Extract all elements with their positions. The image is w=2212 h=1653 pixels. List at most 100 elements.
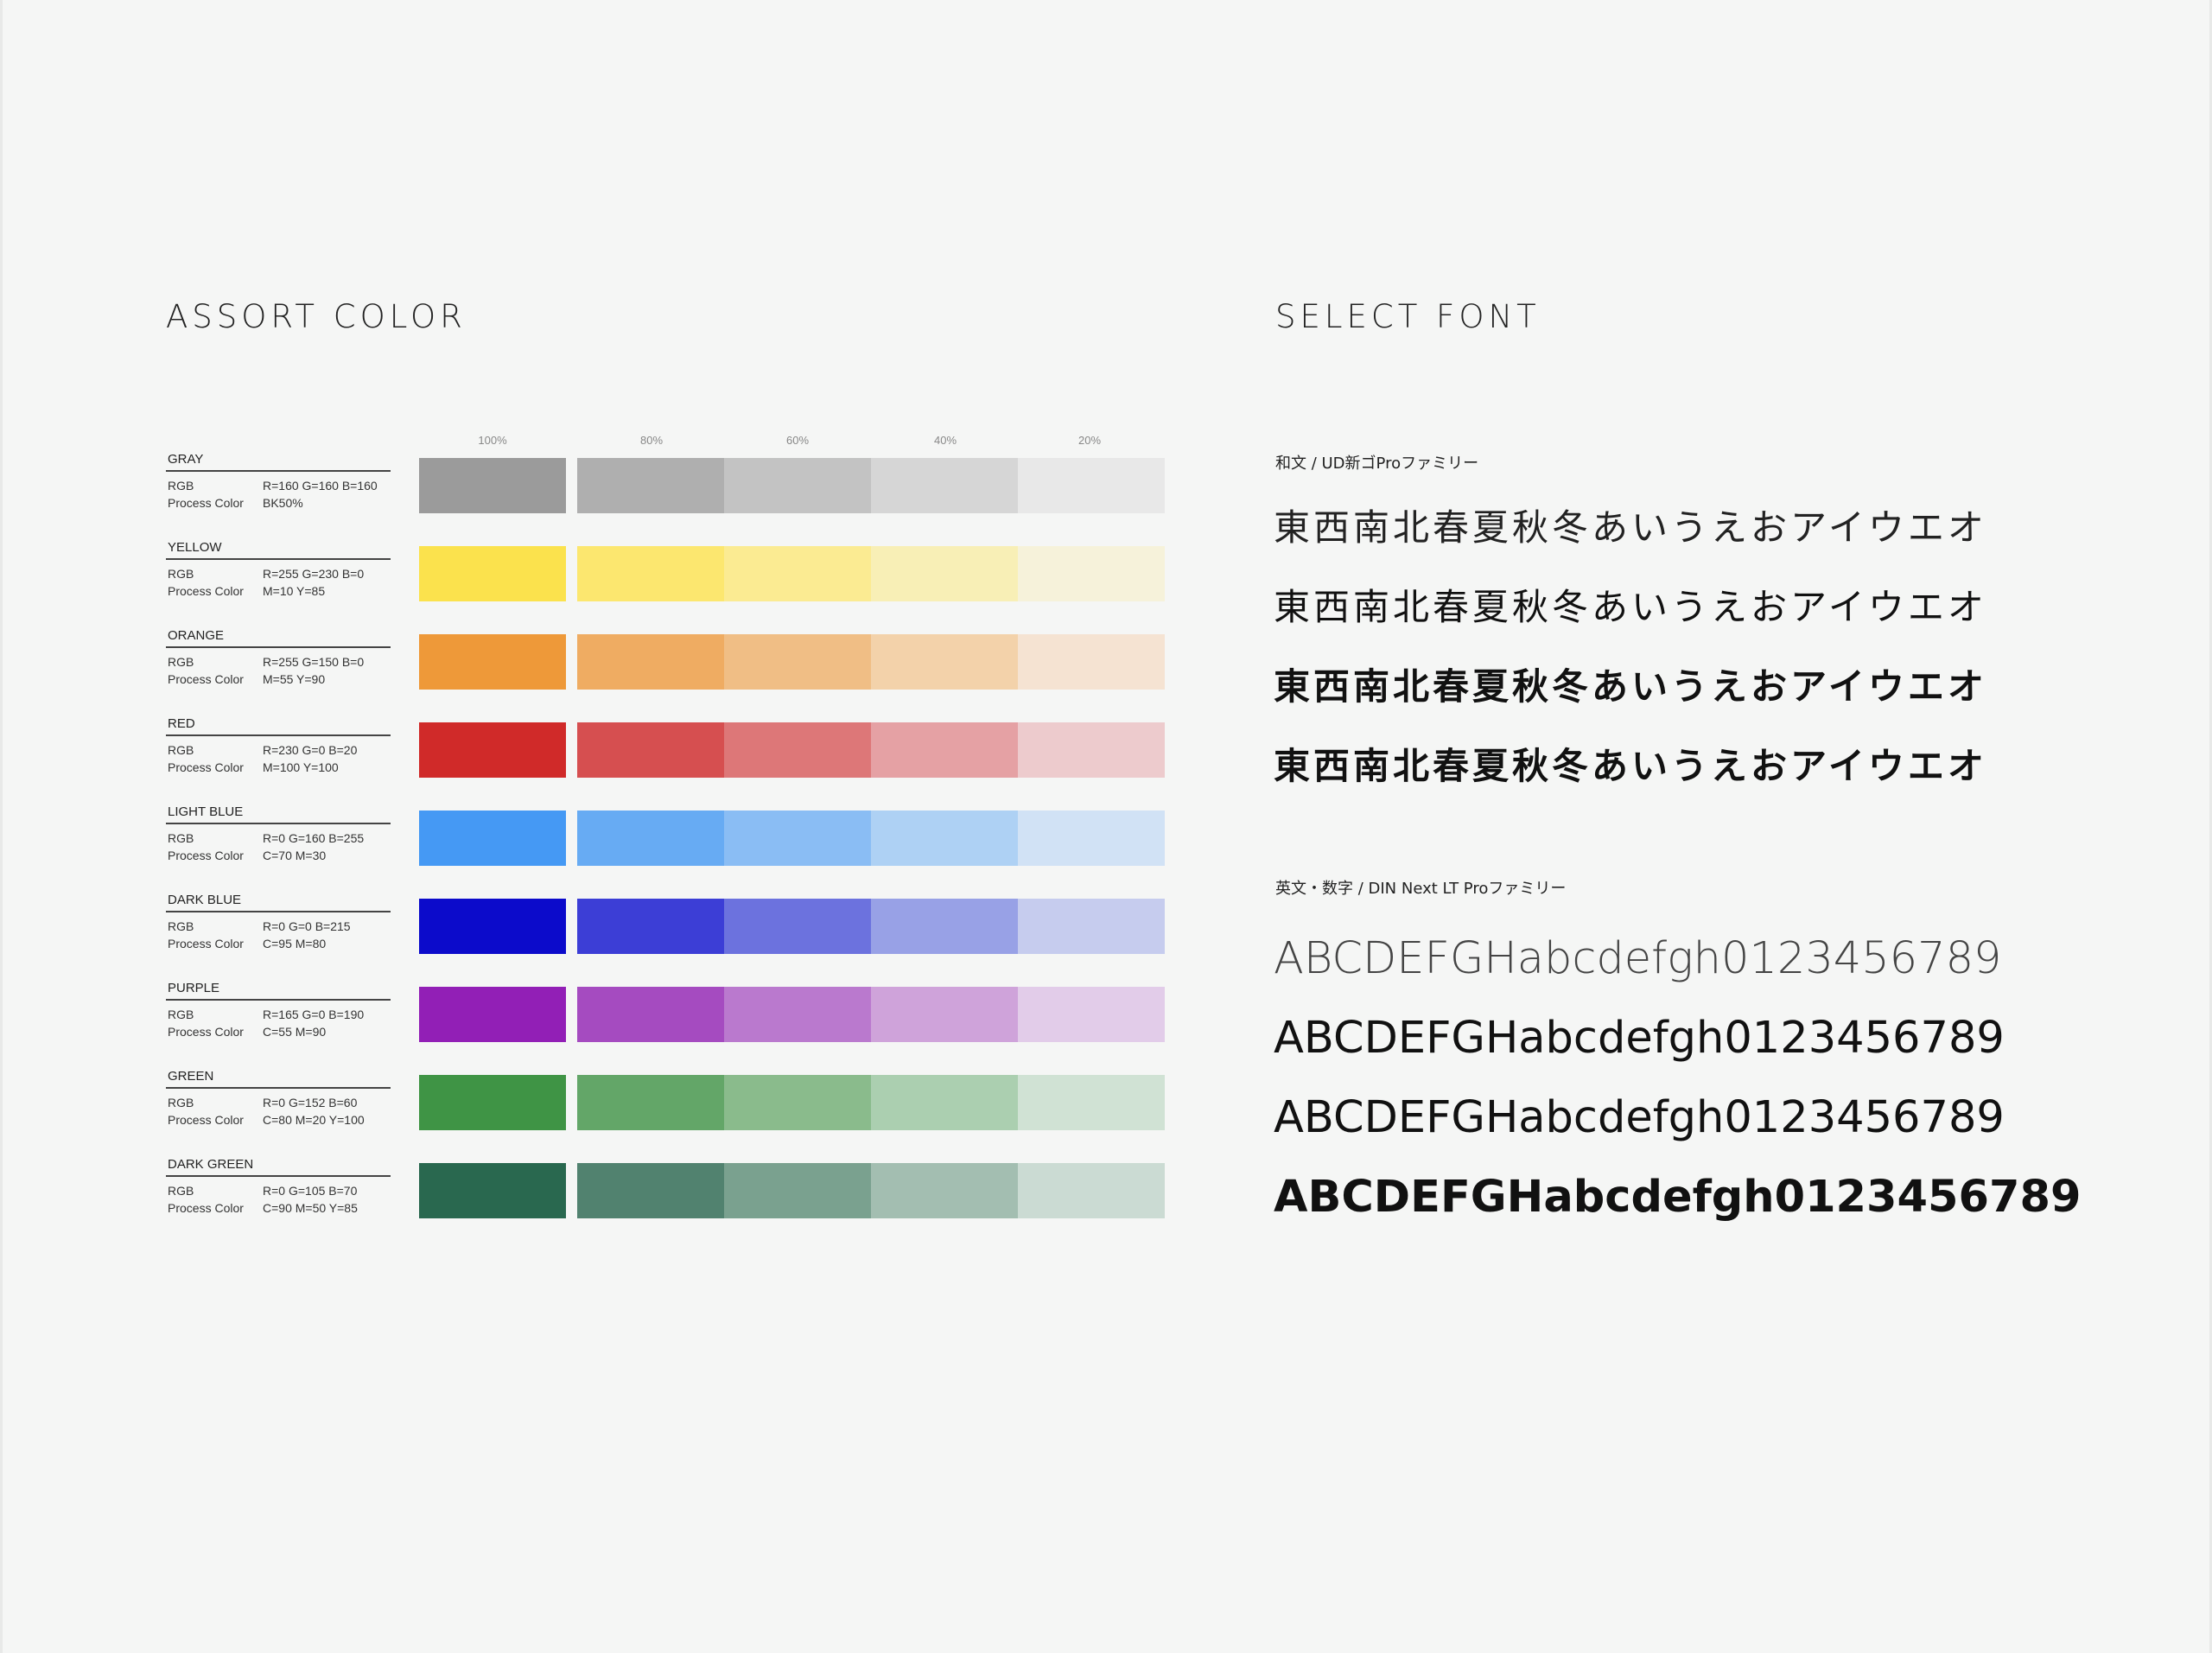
swatch-40 (871, 634, 1018, 690)
process-label: Process Color (168, 1113, 244, 1127)
color-divider (166, 911, 391, 912)
color-row-purple: PURPLE RGB R=165 G=0 B=190 Process Color C=5… (166, 981, 1165, 1042)
swatch-100 (419, 899, 566, 954)
swatch-80 (577, 987, 724, 1042)
color-row-green: GREEN RGB R=0 G=152 B=60 Process Color C=80 … (166, 1069, 1165, 1130)
swatch-100 (419, 1075, 566, 1130)
swatch-80 (577, 811, 724, 866)
swatch-40 (871, 899, 1018, 954)
color-name: ORANGE (168, 628, 225, 643)
color-divider (166, 823, 391, 824)
percent-label-40: 40% (933, 434, 957, 447)
tint-strip (577, 811, 1165, 866)
swatch-80 (577, 546, 724, 601)
japanese-sample-bold: 東西南北春夏秋冬あいうえおアイウエオ (1274, 665, 1987, 708)
percent-label-100: 100% (478, 434, 507, 447)
color-divider (166, 1087, 391, 1089)
japanese-sample-light: 東西南北春夏秋冬あいうえおアイウエオ (1274, 506, 1987, 549)
color-name: GRAY (168, 452, 204, 467)
swatch-60 (724, 546, 871, 601)
swatch-80 (577, 458, 724, 513)
select-font-title: SELECT FONT (1275, 298, 1541, 335)
rgb-value: R=230 G=0 B=20 (263, 743, 358, 757)
color-row-red: RED RGB R=230 G=0 B=20 Process Color M=100 Y… (166, 716, 1165, 778)
swatch-40 (871, 811, 1018, 866)
rgb-label: RGB (168, 831, 194, 845)
japanese-font-label: 和文 / UD新ゴProファミリー (1275, 455, 1479, 473)
color-row-dark-green: DARK GREEN RGB R=0 G=105 B=70 Process Color… (166, 1157, 1165, 1218)
swatch-40 (871, 722, 1018, 778)
swatch-40 (871, 1163, 1018, 1218)
tint-strip (577, 546, 1165, 601)
swatch-100 (419, 722, 566, 778)
process-value: M=100 Y=100 (263, 760, 339, 774)
english-sample-medium: ABCDEFGHabcdefgh0123456789 (1274, 1092, 2005, 1143)
process-label: Process Color (168, 584, 244, 598)
english-sample-bold: ABCDEFGHabcdefgh0123456789 (1274, 1172, 2082, 1223)
swatch-100 (419, 987, 566, 1042)
process-label: Process Color (168, 1025, 244, 1039)
tint-strip (577, 1163, 1165, 1218)
swatch-80 (577, 634, 724, 690)
tint-strip (577, 1075, 1165, 1130)
swatch-100 (419, 458, 566, 513)
swatch-20 (1018, 987, 1165, 1042)
tint-strip (577, 722, 1165, 778)
process-value: C=80 M=20 Y=100 (263, 1113, 365, 1127)
color-name: LIGHT BLUE (168, 804, 244, 819)
swatch-40 (871, 987, 1018, 1042)
swatch-20 (1018, 1163, 1165, 1218)
swatch-60 (724, 458, 871, 513)
rgb-value: R=0 G=152 B=60 (263, 1096, 358, 1109)
japanese-sample-regular: 東西南北春夏秋冬あいうえおアイウエオ (1274, 586, 1987, 628)
color-divider (166, 646, 391, 648)
process-label: Process Color (168, 849, 244, 862)
color-name: DARK GREEN (168, 1157, 254, 1172)
process-label: Process Color (168, 760, 244, 774)
swatch-80 (577, 1075, 724, 1130)
process-value: BK50% (263, 496, 303, 510)
swatch-60 (724, 1075, 871, 1130)
swatch-100 (419, 546, 566, 601)
process-value: C=95 M=80 (263, 937, 327, 950)
percent-label-60: 60% (785, 434, 810, 447)
color-name: PURPLE (168, 981, 220, 995)
assort-color-title: ASSORT COLOR (166, 298, 467, 335)
rgb-label: RGB (168, 655, 194, 669)
rgb-value: R=0 G=105 B=70 (263, 1184, 358, 1198)
color-name: YELLOW (168, 540, 222, 555)
process-label: Process Color (168, 937, 244, 950)
color-divider (166, 734, 391, 736)
tint-strip (577, 899, 1165, 954)
color-row-gray: GRAY RGB R=160 G=160 B=160 Process Color BK5… (166, 452, 1165, 513)
process-value: M=10 Y=85 (263, 584, 326, 598)
swatch-20 (1018, 722, 1165, 778)
rgb-label: RGB (168, 479, 194, 493)
rgb-label: RGB (168, 919, 194, 933)
color-divider (166, 470, 391, 472)
rgb-value: R=255 G=230 B=0 (263, 567, 365, 581)
swatch-80 (577, 1163, 724, 1218)
rgb-label: RGB (168, 1184, 194, 1198)
swatch-60 (724, 987, 871, 1042)
color-row-orange: ORANGE RGB R=255 G=150 B=0 Process Color M=5… (166, 628, 1165, 690)
swatch-20 (1018, 634, 1165, 690)
swatch-60 (724, 811, 871, 866)
swatch-80 (577, 899, 724, 954)
process-value: C=55 M=90 (263, 1025, 327, 1039)
color-divider (166, 999, 391, 1001)
color-divider (166, 1175, 391, 1177)
rgb-value: R=0 G=160 B=255 (263, 831, 365, 845)
swatch-60 (724, 634, 871, 690)
swatch-40 (871, 546, 1018, 601)
english-sample-regular: ABCDEFGHabcdefgh0123456789 (1274, 1013, 2005, 1064)
process-value: M=55 Y=90 (263, 672, 326, 686)
rgb-value: R=0 G=0 B=215 (263, 919, 351, 933)
swatch-60 (724, 1163, 871, 1218)
rgb-label: RGB (168, 1096, 194, 1109)
color-row-dark-blue: DARK BLUE RGB R=0 G=0 B=215 Process Color C=… (166, 893, 1165, 954)
rgb-value: R=255 G=150 B=0 (263, 655, 365, 669)
rgb-value: R=165 G=0 B=190 (263, 1008, 365, 1021)
swatch-60 (724, 722, 871, 778)
tint-strip (577, 634, 1165, 690)
